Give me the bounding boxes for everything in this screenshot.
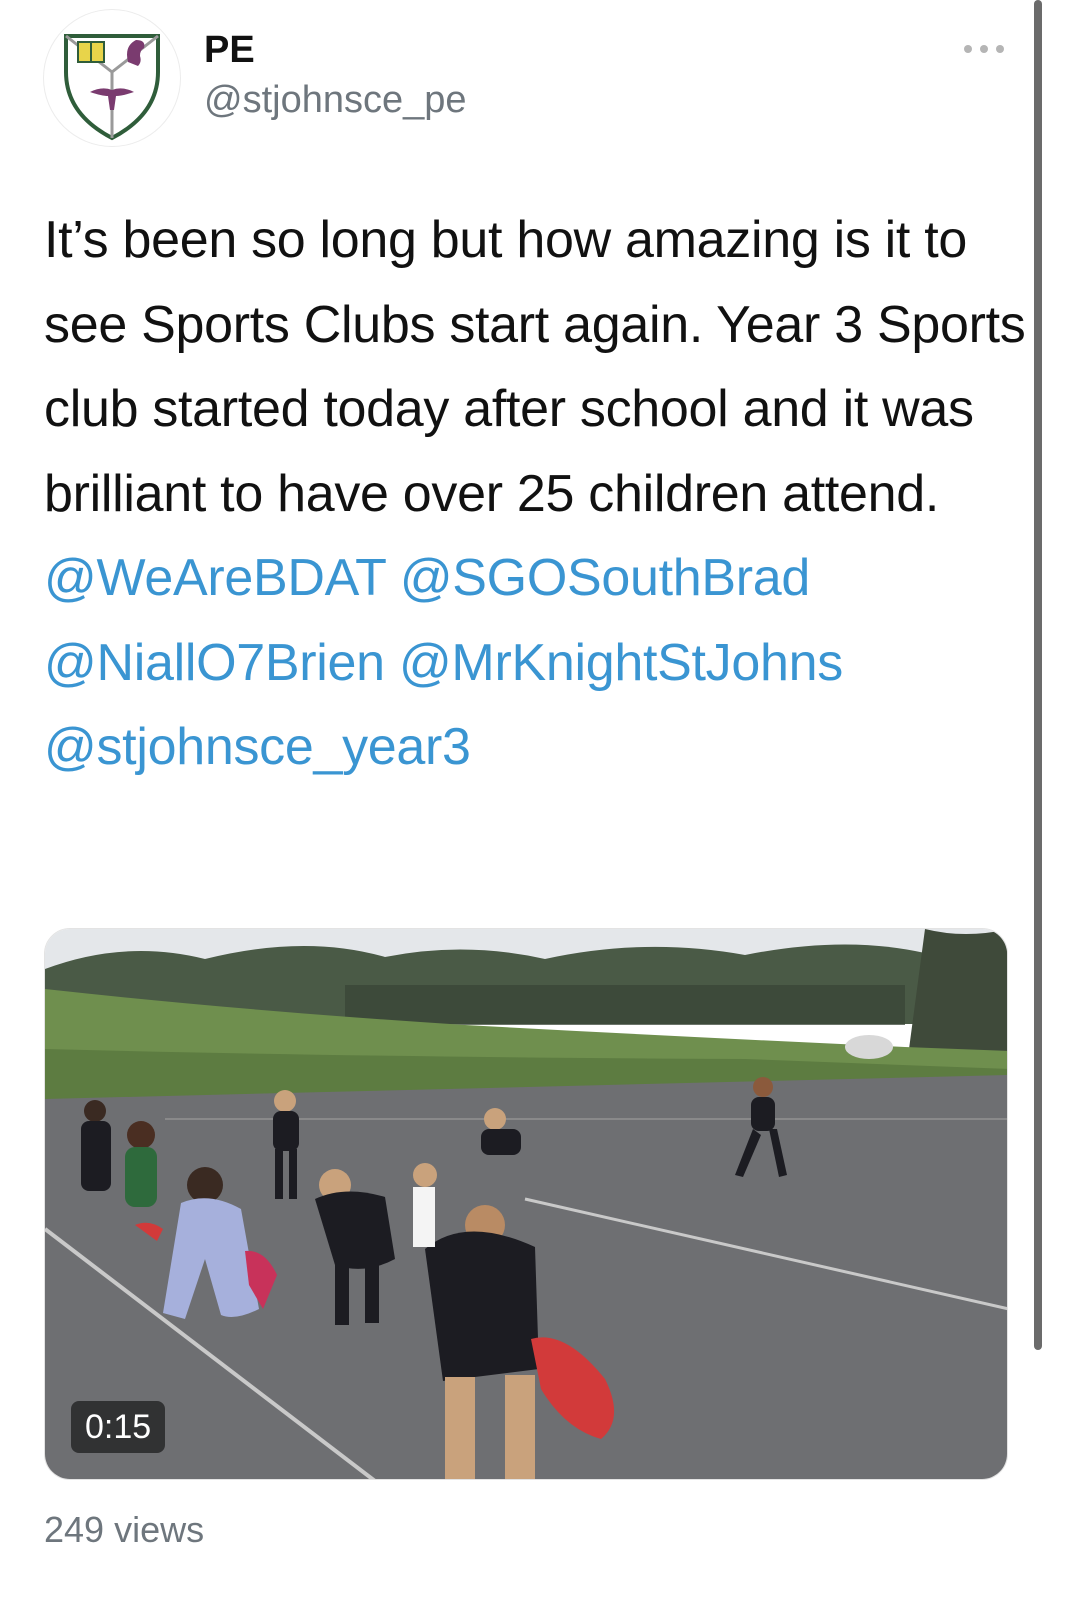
mention-link[interactable]: @SGOSouthBrad [400,549,811,607]
mention-link[interactable]: @NiallO7Brien [44,634,385,692]
video-thumbnail [45,929,1007,1479]
tweet-body: It’s been so long but how amazing is it … [44,211,1026,523]
school-crest-icon [45,11,179,145]
video-player[interactable]: 0:15 [44,928,1008,1480]
mention-link[interactable]: @MrKnightStJohns [399,634,843,692]
tweet-text: It’s been so long but how amazing is it … [44,198,1034,790]
mention-link[interactable]: @stjohnsce_year3 [44,718,471,776]
video-duration-badge: 0:15 [71,1401,166,1453]
mention-link[interactable]: @WeAreBDAT [44,549,386,607]
avatar[interactable] [44,10,180,146]
author-display-name[interactable]: PE [204,28,255,72]
more-options-button[interactable] [956,32,1012,66]
scrollbar[interactable] [1034,0,1042,1350]
tweet-card: PE @stjohnsce_pe It’s been so long but h… [0,0,1072,1600]
view-count: 249 views [44,1509,205,1550]
author-handle[interactable]: @stjohnsce_pe [204,78,467,122]
more-options-icon [964,45,1004,53]
